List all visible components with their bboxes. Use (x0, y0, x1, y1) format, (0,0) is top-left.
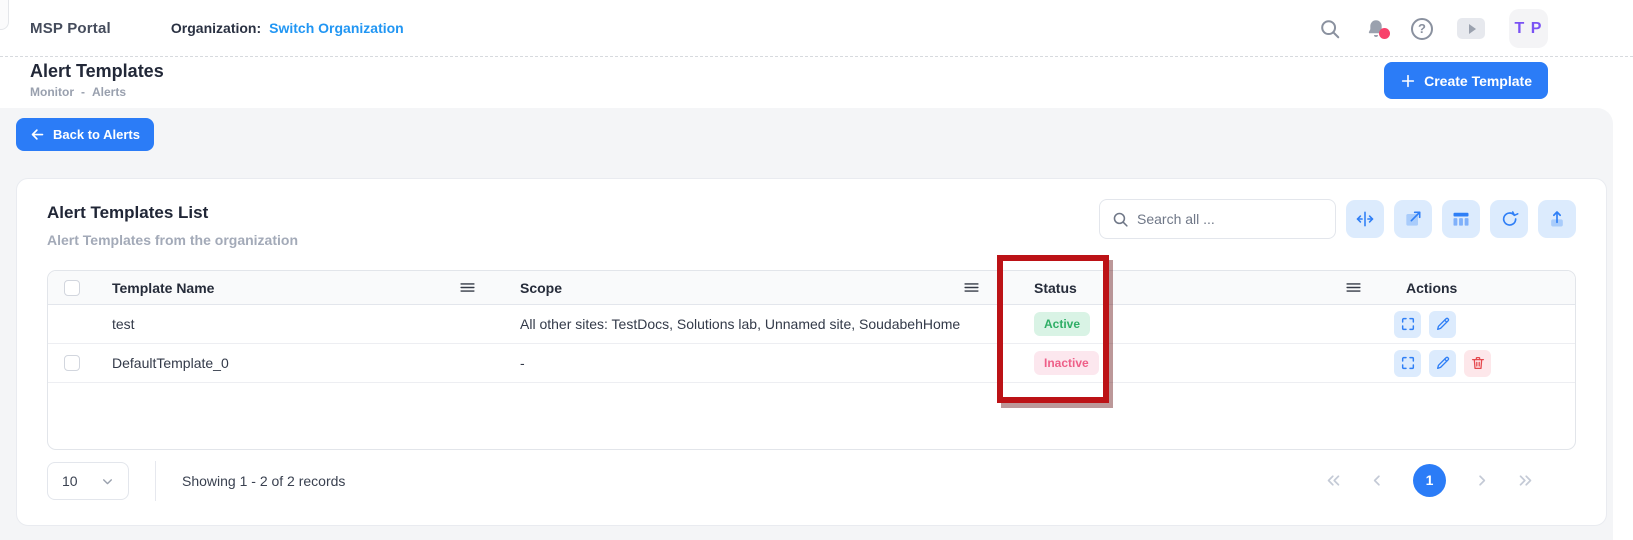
scope-cell: All other sites: TestDocs, Solutions lab… (504, 316, 1008, 332)
upload-icon (1547, 209, 1567, 229)
chevron-down-icon (101, 475, 114, 488)
delete-button[interactable] (1464, 350, 1491, 377)
create-template-button[interactable]: Create Template (1384, 62, 1548, 99)
switch-organization-link[interactable]: Switch Organization (269, 20, 404, 36)
last-page-button[interactable] (1517, 472, 1534, 489)
play-icon (1469, 24, 1476, 34)
notification-badge (1379, 28, 1390, 39)
pagination: 1 (1325, 461, 1534, 499)
refresh-button[interactable] (1490, 200, 1528, 238)
table-empty-area (48, 383, 1575, 449)
topbar-actions: ? T P (1319, 0, 1548, 57)
page-header: Alert Templates Monitor - Alerts Create … (0, 58, 1633, 108)
content-panel: Back to Alerts Alert Templates List Aler… (0, 108, 1613, 540)
brand-title: MSP Portal (30, 20, 111, 37)
select-all-checkbox[interactable] (64, 280, 80, 296)
help-icon[interactable]: ? (1411, 18, 1433, 40)
edit-button[interactable] (1429, 311, 1456, 338)
breadcrumb-alerts[interactable]: Alerts (92, 85, 126, 99)
column-label: Status (1034, 280, 1077, 296)
expand-button[interactable] (1394, 311, 1421, 338)
expand-button[interactable] (1394, 350, 1421, 377)
column-header-template-name: Template Name (96, 279, 504, 296)
open-fullscreen-button[interactable] (1394, 200, 1432, 238)
breadcrumb: Monitor - Alerts (30, 85, 126, 99)
topbar: MSP Portal Organization: Switch Organiza… (0, 0, 1633, 57)
row-actions (1390, 311, 1575, 338)
organization-switcher: Organization: Switch Organization (171, 20, 404, 36)
back-to-alerts-label: Back to Alerts (53, 127, 140, 142)
template-name-cell: DefaultTemplate_0 (96, 355, 504, 371)
chevron-left-icon (1369, 472, 1386, 489)
column-menu-icon[interactable] (459, 279, 476, 296)
pencil-icon (1435, 355, 1451, 371)
table-header-row: Template Name Scope (48, 271, 1575, 305)
column-label: Template Name (112, 280, 214, 296)
row-actions (1390, 350, 1575, 377)
records-summary: Showing 1 - 2 of 2 records (182, 473, 345, 489)
column-label: Scope (520, 280, 562, 296)
card-heading: Alert Templates List Alert Templates fro… (47, 199, 298, 248)
back-to-alerts-button[interactable]: Back to Alerts (16, 118, 154, 151)
card-subtitle: Alert Templates from the organization (47, 232, 298, 248)
table-footer: 10 Showing 1 - 2 of 2 records (47, 461, 1576, 501)
columns-button[interactable] (1442, 200, 1480, 238)
pencil-icon (1435, 316, 1451, 332)
alert-templates-table: Template Name Scope (47, 270, 1576, 450)
arrow-left-icon (30, 127, 45, 142)
chevron-right-icon (1473, 472, 1490, 489)
expand-icon (1400, 316, 1416, 332)
search-icon[interactable] (1319, 18, 1341, 40)
page-size-select[interactable]: 10 (47, 462, 129, 500)
current-page-button[interactable]: 1 (1413, 464, 1446, 497)
help-glyph: ? (1418, 21, 1426, 36)
refresh-icon (1499, 209, 1519, 229)
column-menu-icon[interactable] (1345, 279, 1362, 296)
alert-templates-card: Alert Templates List Alert Templates fro… (16, 178, 1607, 526)
first-page-button[interactable] (1325, 472, 1342, 489)
expand-icon (1400, 355, 1416, 371)
column-header-scope: Scope (504, 279, 1008, 296)
double-chevron-left-icon (1325, 472, 1342, 489)
next-page-button[interactable] (1473, 472, 1490, 489)
scope-cell: - (504, 355, 1008, 371)
page-title: Alert Templates (30, 61, 164, 82)
table-controls (1099, 199, 1576, 239)
breadcrumb-separator: - (81, 85, 85, 99)
column-label: Actions (1406, 280, 1457, 296)
resize-columns-button[interactable] (1346, 200, 1384, 238)
page-size-value: 10 (62, 473, 78, 489)
notifications-bell-icon[interactable] (1365, 18, 1387, 40)
breadcrumb-monitor[interactable]: Monitor (30, 85, 74, 99)
create-template-label: Create Template (1424, 73, 1532, 89)
split-arrows-icon (1355, 209, 1375, 229)
card-title: Alert Templates List (47, 199, 298, 223)
external-link-icon (1403, 209, 1423, 229)
trash-icon (1470, 355, 1486, 371)
export-button[interactable] (1538, 200, 1576, 238)
video-tour-icon[interactable] (1457, 18, 1485, 39)
table-row: test All other sites: TestDocs, Solution… (48, 305, 1575, 344)
table-columns-icon (1451, 209, 1471, 229)
search-icon (1112, 211, 1129, 228)
template-name-cell: test (96, 316, 504, 332)
double-chevron-right-icon (1517, 472, 1534, 489)
table-row: DefaultTemplate_0 - Inactive (48, 344, 1575, 383)
column-menu-icon[interactable] (963, 279, 980, 296)
status-badge: Inactive (1034, 351, 1099, 375)
column-header-actions: Actions (1390, 280, 1575, 296)
search-box (1099, 199, 1336, 239)
row-checkbox[interactable] (64, 355, 80, 371)
organization-label: Organization: (171, 20, 261, 36)
previous-page-button[interactable] (1369, 472, 1386, 489)
plus-icon (1400, 73, 1416, 89)
search-input[interactable] (1137, 211, 1323, 227)
sidebar-edge[interactable] (0, 0, 9, 30)
edit-button[interactable] (1429, 350, 1456, 377)
footer-divider (155, 461, 156, 501)
column-header-status: Status (1008, 279, 1390, 296)
status-badge: Active (1034, 312, 1090, 336)
user-avatar[interactable]: T P (1509, 9, 1548, 48)
